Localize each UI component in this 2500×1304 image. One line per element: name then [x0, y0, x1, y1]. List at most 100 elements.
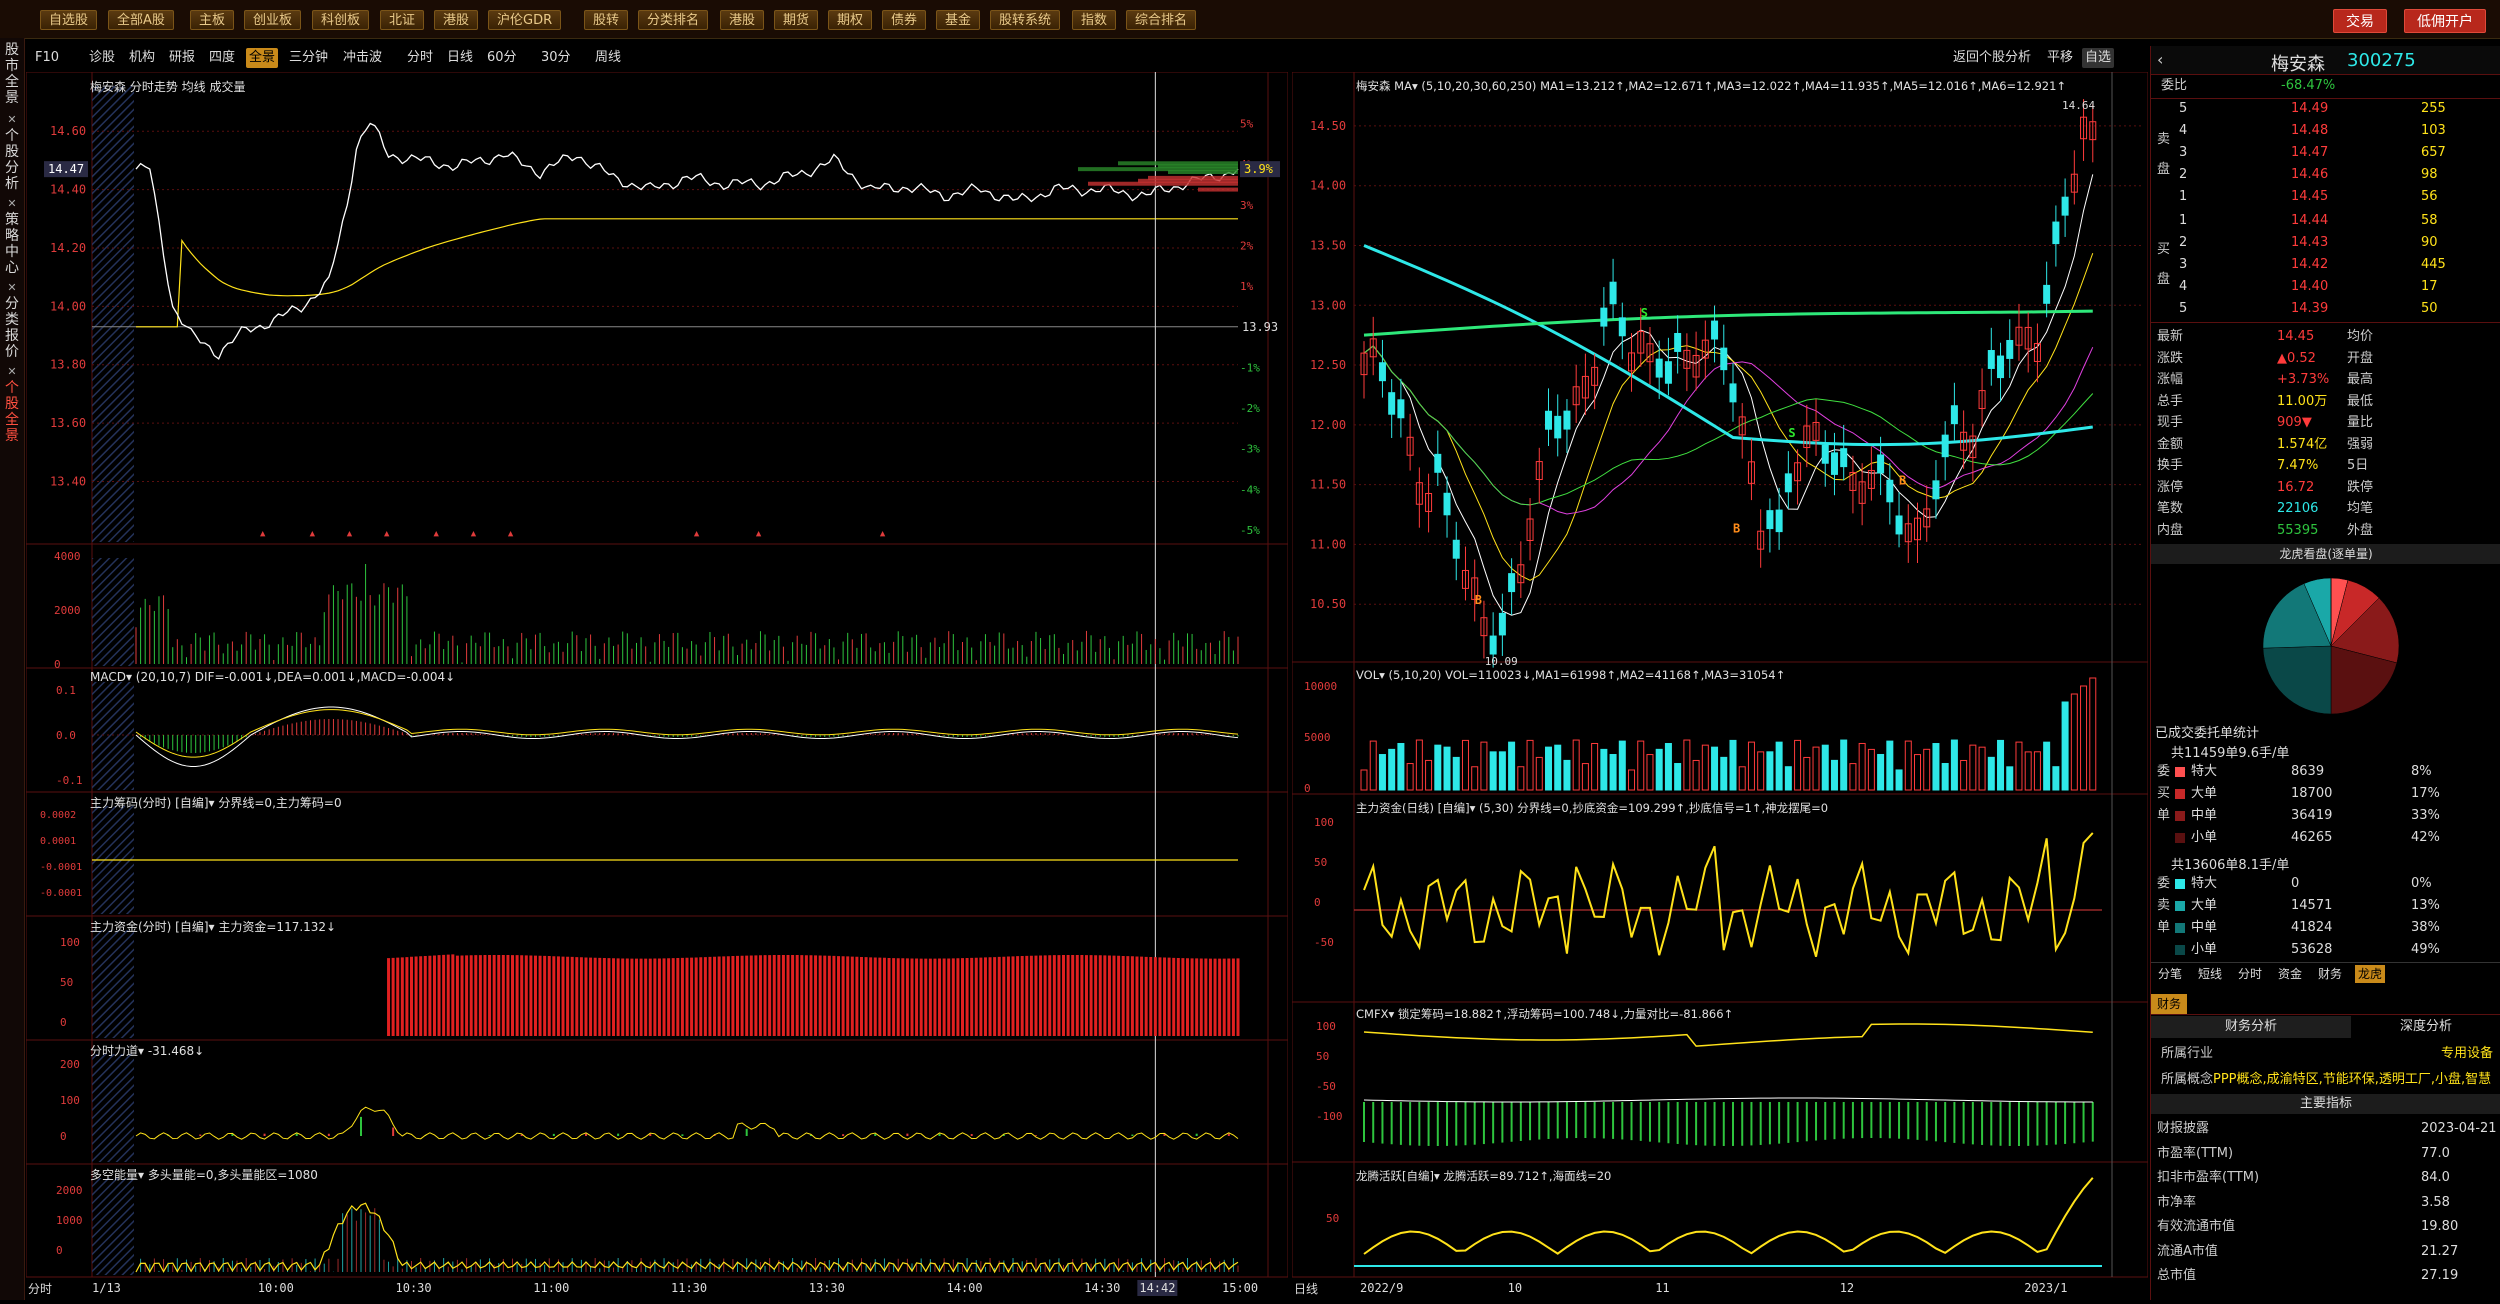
view-tab-1[interactable]: 诊股 [86, 48, 118, 68]
view-right-1[interactable]: 平移 [2044, 48, 2076, 68]
top-button-3[interactable]: 创业板 [244, 10, 302, 30]
view-tab-6[interactable]: 三分钟 [286, 48, 331, 68]
kvol-header[interactable]: VOL▾ (5,10,20) VOL=110023↓,MA1=61998↑,MA… [1356, 668, 1785, 682]
stat-label2: 最低 [2347, 393, 2374, 409]
back-arrow-icon[interactable]: ‹ [2157, 50, 2163, 69]
kvol-bar [1978, 746, 1986, 791]
top-button-17[interactable]: 综合排名 [1126, 10, 1197, 30]
quote-tab-5[interactable]: 龙虎 [2355, 965, 2386, 983]
buyblock-row: 单 中单 36419 33% [2151, 806, 2500, 826]
kzlzj-header[interactable]: 主力资金(日线) [自编]▾ (5,30) 分界线=0,抄底资金=109.299… [1356, 800, 1828, 816]
candle-body [1886, 479, 1894, 503]
buy-volume: 50 [2421, 301, 2438, 316]
quote-tab-0[interactable]: 分笔 [2155, 965, 2185, 983]
stat-value: +3.73% [2277, 372, 2330, 387]
view-tab-4[interactable]: 四度 [206, 48, 238, 68]
macd-header[interactable]: MACD▾ (20,10,7) DIF=-0.001↓,DEA=0.001↓,M… [90, 670, 455, 684]
candle-body [1711, 320, 1719, 340]
quote-tab-2[interactable]: 分时 [2235, 965, 2265, 983]
macd-tick: 0.0 [56, 729, 76, 742]
view-tab-11[interactable]: 30分 [538, 48, 574, 68]
stat-label2: 外盘 [2347, 522, 2374, 538]
view-tab-3[interactable]: 研报 [166, 48, 198, 68]
fin-tab[interactable]: 财务 [2151, 994, 2188, 1014]
close-icon[interactable]: ✕ [2, 112, 22, 128]
sidebar-tab-3[interactable]: ✕ 分类报价 [2, 280, 22, 360]
kline-chart[interactable]: 14.50 14.00 13.50 13.00 12.50 12.00 11.50 11.00… [1291, 71, 2149, 1300]
top-button-15[interactable]: 股转系统 [990, 10, 1061, 30]
intraday-chart[interactable]: 14.60 14.40 14.20 14.00 13.80 13.60 13.40 13.93… [25, 71, 1289, 1300]
kvol-bar [1554, 744, 1562, 791]
candle-body [1443, 492, 1451, 516]
quote-tab-4[interactable]: 财务 [2315, 965, 2345, 983]
preopen-area [92, 1054, 134, 1162]
view-tab-12[interactable]: 周线 [592, 48, 624, 68]
candle-body [1877, 454, 1885, 474]
fin-label: 扣非市盈率(TTM) [2157, 1170, 2260, 1185]
top-button-6[interactable]: 港股 [434, 10, 479, 30]
open-account-button[interactable]: 低佣开户 [2404, 9, 2486, 33]
top-button-8[interactable]: 股转 [584, 10, 629, 30]
fin-label: 流通A市值 [2157, 1243, 2218, 1259]
deep-analysis-tab[interactable]: 深度分析 [2351, 1016, 2500, 1038]
ltly-header[interactable]: 龙腾活跃[自编]▾ 龙腾活跃=89.712↑,海面线=20 [1356, 1168, 1611, 1184]
kvol-bar [1581, 763, 1589, 791]
quote-tab-3[interactable]: 资金 [2275, 965, 2305, 983]
view-tab-0[interactable]: F10 [32, 48, 62, 68]
top-button-11[interactable]: 期货 [774, 10, 819, 30]
fin-analysis-tab[interactable]: 财务分析 [2151, 1016, 2351, 1038]
view-tab-5[interactable]: 全景 [246, 48, 279, 68]
sellblock-vol: 41824 [2291, 920, 2333, 935]
sidebar-tab-4[interactable]: ✕ 个股全景 [2, 364, 22, 444]
concept-row: 所属概念 PPP概念,成渝特区,节能环保,透明工厂,小盘,智慧 [2151, 1070, 2500, 1090]
top-button-13[interactable]: 债券 [882, 10, 927, 30]
top-button-10[interactable]: 港股 [720, 10, 765, 30]
top-button-0[interactable]: 自选股 [40, 10, 98, 30]
kvol-bar [1747, 741, 1755, 791]
zlcm-header[interactable]: 主力筹码(分时) [自编]▾ 分界线=0,主力筹码=0 [90, 794, 342, 811]
trade-button[interactable]: 交易 [2333, 9, 2387, 33]
candle-body [1655, 358, 1663, 378]
top-button-2[interactable]: 主板 [190, 10, 235, 30]
top-button-12[interactable]: 期权 [828, 10, 873, 30]
buyblock-row: 委 特大 8639 8% [2151, 762, 2500, 782]
view-tab-9[interactable]: 日线 [444, 48, 476, 68]
stat-row: 现手 909▼ 量比 [2151, 413, 2500, 433]
top-button-5[interactable]: 北证 [380, 10, 425, 30]
candle-body [1895, 515, 1903, 535]
sidebar-tab-0[interactable]: 股市全景 [2, 42, 22, 106]
flxd-header[interactable]: 分时力道▾ -31.468↓ [90, 1042, 204, 1059]
sell-orders-block: 共13606单8.1手/单委 特大 0 0% 卖 大单 14571 13% 单 中单 41824 38… [2151, 852, 2500, 964]
close-icon[interactable]: ✕ [2, 196, 22, 212]
intraday-period-label[interactable]: 分时 [28, 1280, 52, 1297]
view-tab-10[interactable]: 60分 [484, 48, 520, 68]
candle-body [1950, 405, 1958, 425]
candle-body [1941, 434, 1949, 458]
view-tab-2[interactable]: 机构 [126, 48, 158, 68]
close-icon[interactable]: ✕ [2, 364, 22, 380]
pct-tick: -2% [1240, 402, 1260, 415]
view-tab-8[interactable]: 分时 [404, 48, 436, 68]
top-button-4[interactable]: 科创板 [312, 10, 370, 30]
dknl-header[interactable]: 多空能量▾ 多头量能=0,多头量能区=1080 [90, 1166, 318, 1183]
top-button-16[interactable]: 指数 [1072, 10, 1117, 30]
top-button-7[interactable]: 沪伦GDR [488, 10, 562, 30]
sidebar-tab-2[interactable]: ✕ 策略中心 [2, 196, 22, 276]
close-icon[interactable]: ✕ [2, 280, 22, 296]
view-right-2[interactable]: 自选 [2082, 48, 2115, 68]
top-button-9[interactable]: 分类排名 [638, 10, 709, 30]
zlzj-header[interactable]: 主力资金(分时) [自编]▾ 主力资金=117.132↓ [90, 918, 336, 935]
kvol-bar [1692, 759, 1700, 791]
price-tick: 13.60 [50, 416, 86, 430]
quote-tab-1[interactable]: 短线 [2195, 965, 2225, 983]
view-right-0[interactable]: 返回个股分析 [1950, 48, 2034, 68]
dknl-tick: 2000 [56, 1184, 83, 1197]
sidebar-tab-1[interactable]: ✕ 个股分析 [2, 112, 22, 192]
view-tab-7[interactable]: 冲击波 [340, 48, 385, 68]
sellblock-swatch [2175, 945, 2185, 955]
stat-label2: 5日 [2347, 458, 2369, 473]
cmfx-header[interactable]: CMFX▾ 锁定筹码=18.882↑,浮动筹码=100.748↓,力量对比=-8… [1356, 1006, 1733, 1022]
top-button-14[interactable]: 基金 [936, 10, 981, 30]
kline-period-label[interactable]: 日线 [1294, 1280, 1318, 1297]
top-button-1[interactable]: 全部A股 [108, 10, 174, 30]
